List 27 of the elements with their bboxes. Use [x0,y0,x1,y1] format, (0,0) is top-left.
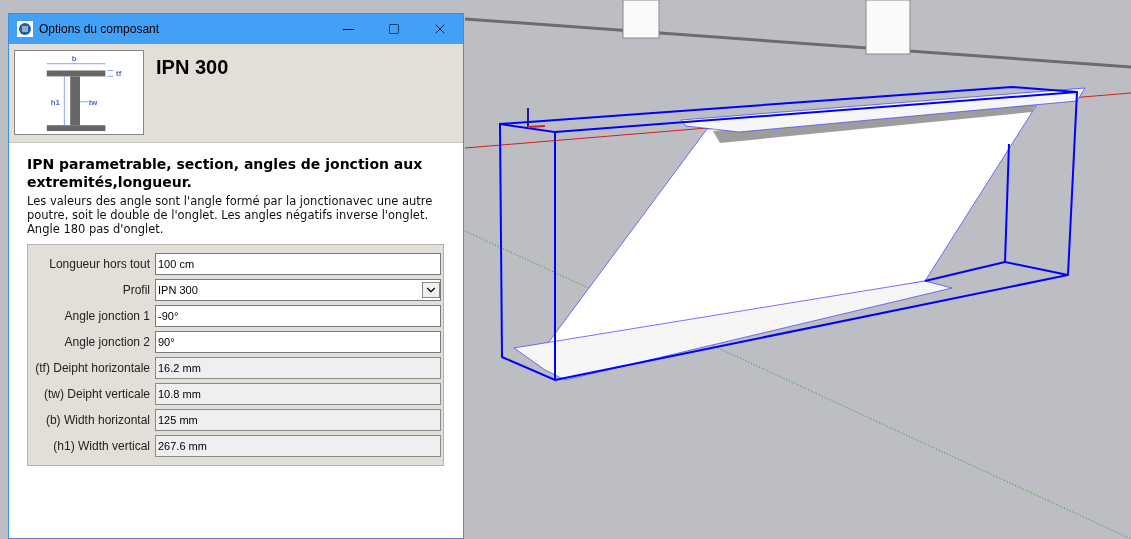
field-label: (tf) Deipht horizontale [34,360,150,377]
field-label: (b) Width horizontal [44,412,150,429]
i-beam-section-drawing: b tf h1 tw [14,50,144,135]
input-field[interactable]: 125 mm [155,409,441,431]
input-field[interactable]: 267.6 mm [155,435,441,457]
input-field[interactable]: -90° [155,305,441,327]
field-label: Angle jonction 1 [63,308,150,325]
dropdown-field[interactable]: IPN 300 [155,279,441,301]
field-label: Profil [121,282,150,299]
minimize-icon [342,28,354,30]
field-label: (h1) Width vertical [52,438,150,455]
input-field[interactable]: 100 cm [155,253,441,275]
field-label: Angle jonction 2 [63,334,150,351]
window-title: Options du composant [39,21,161,38]
input-field[interactable]: 16.2 mm [155,357,441,379]
input-field[interactable]: 10.8 mm [155,383,441,405]
component-description: Les valeurs des angle sont l'angle formé par la jonctionavec une autre poutre, soit le double de l'onglet. Les angles négatifs inverse l'onglet. Angle 180 pas d'onglet. [27,194,434,236]
post-shape [865,0,911,55]
app-logo-icon [17,21,33,37]
input-field[interactable]: 90° [155,331,441,353]
post-shape [622,0,660,39]
field-label: Longueur hors tout [48,256,150,273]
chevron-down-icon [422,282,440,298]
field-label: (tw) Deipht verticale [42,386,150,403]
maximize-icon [388,23,400,35]
component-heading: IPN parametrable, section, angles de jonction aux extremités,longueur. [27,155,424,191]
component-name: IPN 300 [156,55,229,80]
